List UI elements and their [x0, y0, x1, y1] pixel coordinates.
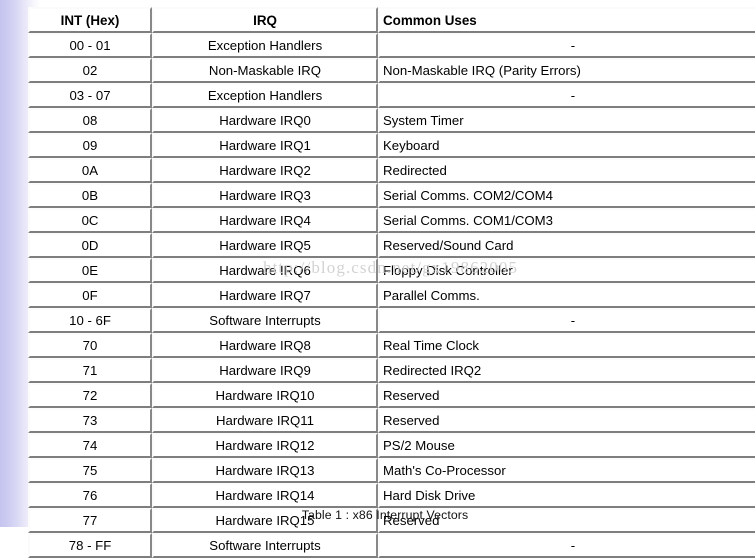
- cell-int-hex: 0E: [28, 258, 152, 283]
- cell-common-uses: Redirected IRQ2: [378, 358, 755, 383]
- cell-int-hex: 78 - FF: [28, 533, 152, 558]
- table-row: 00 - 01 Exception Handlers -: [28, 33, 755, 58]
- cell-irq: Hardware IRQ14: [152, 483, 378, 508]
- table-row: 08 Hardware IRQ0 System Timer: [28, 108, 755, 133]
- table-body: 00 - 01 Exception Handlers -02 Non-Maskable…: [28, 33, 755, 558]
- cell-common-uses: PS/2 Mouse: [378, 433, 755, 458]
- cell-int-hex: 76: [28, 483, 152, 508]
- table-row: 75 Hardware IRQ13 Math's Co-Processor: [28, 458, 755, 483]
- cell-common-uses: -: [378, 33, 755, 58]
- cell-int-hex: 00 - 01: [28, 33, 152, 58]
- cell-irq: Hardware IRQ6: [152, 258, 378, 283]
- cell-common-uses: -: [378, 83, 755, 108]
- cell-int-hex: 71: [28, 358, 152, 383]
- cell-common-uses: Real Time Clock: [378, 333, 755, 358]
- cell-irq: Hardware IRQ12: [152, 433, 378, 458]
- table-row: 0A Hardware IRQ2 Redirected: [28, 158, 755, 183]
- cell-common-uses: Reserved: [378, 408, 755, 433]
- cell-common-uses: Serial Comms. COM2/COM4: [378, 183, 755, 208]
- table-row: 03 - 07 Exception Handlers -: [28, 83, 755, 108]
- table-row: 74 Hardware IRQ12 PS/2 Mouse: [28, 433, 755, 458]
- cell-int-hex: 10 - 6F: [28, 308, 152, 333]
- cell-common-uses: Keyboard: [378, 133, 755, 158]
- cell-common-uses: Reserved/Sound Card: [378, 233, 755, 258]
- interrupt-vector-table: INT (Hex) IRQ Common Uses 00 - 01 Excepti…: [28, 7, 755, 558]
- cell-common-uses: Serial Comms. COM1/COM3: [378, 208, 755, 233]
- table-row: 10 - 6F Software Interrupts -: [28, 308, 755, 333]
- cell-common-uses: -: [378, 308, 755, 333]
- table-row: 09 Hardware IRQ1 Keyboard: [28, 133, 755, 158]
- cell-int-hex: 73: [28, 408, 152, 433]
- cell-irq: Hardware IRQ1: [152, 133, 378, 158]
- table-row: 72 Hardware IRQ10 Reserved: [28, 383, 755, 408]
- cell-int-hex: 08: [28, 108, 152, 133]
- table-row: 0D Hardware IRQ5 Reserved/Sound Card: [28, 233, 755, 258]
- table-row: 02 Non-Maskable IRQ Non-Maskable IRQ (Pari…: [28, 58, 755, 83]
- cell-int-hex: 0F: [28, 283, 152, 308]
- cell-irq: Hardware IRQ4: [152, 208, 378, 233]
- cell-int-hex: 0D: [28, 233, 152, 258]
- table-row: 76 Hardware IRQ14 Hard Disk Drive: [28, 483, 755, 508]
- table-row: 0C Hardware IRQ4 Serial Comms. COM1/COM3: [28, 208, 755, 233]
- cell-irq: Hardware IRQ5: [152, 233, 378, 258]
- table-header: INT (Hex) IRQ Common Uses: [28, 7, 755, 33]
- cell-common-uses: Parallel Comms.: [378, 283, 755, 308]
- cell-common-uses: Redirected: [378, 158, 755, 183]
- cell-irq: Exception Handlers: [152, 33, 378, 58]
- cell-common-uses: Floppy Disk Controller: [378, 258, 755, 283]
- column-header-common-uses: Common Uses: [378, 7, 755, 33]
- cell-irq: Exception Handlers: [152, 83, 378, 108]
- cell-int-hex: 02: [28, 58, 152, 83]
- table-row: 70 Hardware IRQ8 Real Time Clock: [28, 333, 755, 358]
- cell-int-hex: 70: [28, 333, 152, 358]
- cell-common-uses: System Timer: [378, 108, 755, 133]
- cell-int-hex: 0A: [28, 158, 152, 183]
- cell-irq: Hardware IRQ8: [152, 333, 378, 358]
- cell-int-hex: 75: [28, 458, 152, 483]
- table-row: 0F Hardware IRQ7 Parallel Comms.: [28, 283, 755, 308]
- cell-int-hex: 0C: [28, 208, 152, 233]
- table-row: 73 Hardware IRQ11 Reserved: [28, 408, 755, 433]
- column-header-int-hex: INT (Hex): [28, 7, 152, 33]
- cell-int-hex: 74: [28, 433, 152, 458]
- cell-common-uses: Math's Co-Processor: [378, 458, 755, 483]
- cell-irq: Hardware IRQ2: [152, 158, 378, 183]
- cell-irq: Hardware IRQ7: [152, 283, 378, 308]
- cell-common-uses: -: [378, 533, 755, 558]
- document-page: INT (Hex) IRQ Common Uses 00 - 01 Excepti…: [0, 0, 755, 558]
- table-row: 71 Hardware IRQ9 Redirected IRQ2: [28, 358, 755, 383]
- cell-int-hex: 72: [28, 383, 152, 408]
- table-caption: Table 1 : x86 Interrupt Vectors: [301, 508, 469, 522]
- cell-irq: Hardware IRQ0: [152, 108, 378, 133]
- table-header-row: INT (Hex) IRQ Common Uses: [28, 7, 755, 33]
- column-header-irq: IRQ: [152, 7, 378, 33]
- cell-irq: Software Interrupts: [152, 533, 378, 558]
- cell-irq: Non-Maskable IRQ: [152, 58, 378, 83]
- cell-irq: Hardware IRQ3: [152, 183, 378, 208]
- cell-int-hex: 0B: [28, 183, 152, 208]
- table-row: 0E Hardware IRQ6 Floppy Disk Controller: [28, 258, 755, 283]
- table-row: 0B Hardware IRQ3 Serial Comms. COM2/COM4: [28, 183, 755, 208]
- cell-irq: Hardware IRQ11: [152, 408, 378, 433]
- cell-common-uses: Reserved: [378, 383, 755, 408]
- cell-irq: Hardware IRQ10: [152, 383, 378, 408]
- cell-int-hex: 03 - 07: [28, 83, 152, 108]
- cell-int-hex: 09: [28, 133, 152, 158]
- cell-common-uses: Hard Disk Drive: [378, 483, 755, 508]
- cell-irq: Software Interrupts: [152, 308, 378, 333]
- cell-common-uses: Non-Maskable IRQ (Parity Errors): [378, 58, 755, 83]
- cell-irq: Hardware IRQ13: [152, 458, 378, 483]
- table-row: 78 - FF Software Interrupts -: [28, 533, 755, 558]
- cell-irq: Hardware IRQ9: [152, 358, 378, 383]
